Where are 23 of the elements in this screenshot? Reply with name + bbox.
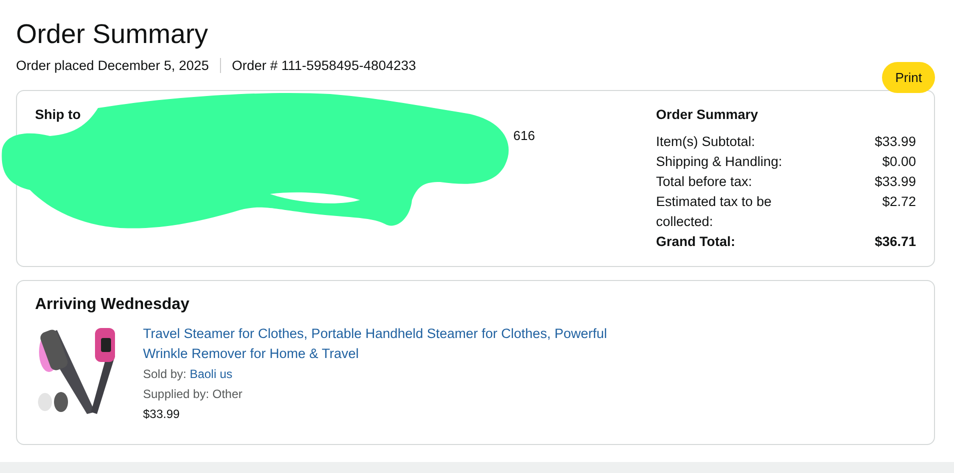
summary-label: Shipping & Handling:	[656, 153, 784, 171]
delivery-heading: Arriving Wednesday	[35, 296, 190, 314]
summary-label: Total before tax:	[656, 173, 754, 191]
summary-value: $2.72	[882, 193, 916, 211]
order-number: Order # 111-5958495-4804233	[232, 58, 416, 72]
seller-link[interactable]: Baoli us	[190, 367, 232, 381]
print-button[interactable]: Print	[882, 62, 935, 92]
summary-label: Estimated tax to be collected:	[656, 193, 773, 231]
summary-label: Item(s) Subtotal:	[656, 133, 756, 151]
summary-value: $33.99	[874, 133, 916, 151]
supplier-text: Supplied by: Other	[143, 386, 244, 403]
page-title: Order Summary	[16, 18, 210, 51]
product-link[interactable]: Travel Steamer for Clothes, Portable Handheld Steamer for Clothes, Powerful Wrinkle Remover for Home & Travel	[143, 324, 643, 364]
order-date: Order placed December 5, 2025	[16, 58, 209, 72]
ship-to-label: Ship to	[35, 107, 81, 122]
summary-value: $36.71	[874, 233, 916, 251]
summary-heading: Order Summary	[656, 107, 760, 122]
summary-value: $33.99	[874, 173, 916, 191]
summary-value: $0.00	[882, 153, 916, 171]
address-text: 616	[513, 128, 535, 143]
summary-label: Grand Total:	[656, 233, 736, 251]
sold-by-label: Sold by:	[143, 367, 186, 381]
item-price: $33.99	[143, 406, 181, 423]
